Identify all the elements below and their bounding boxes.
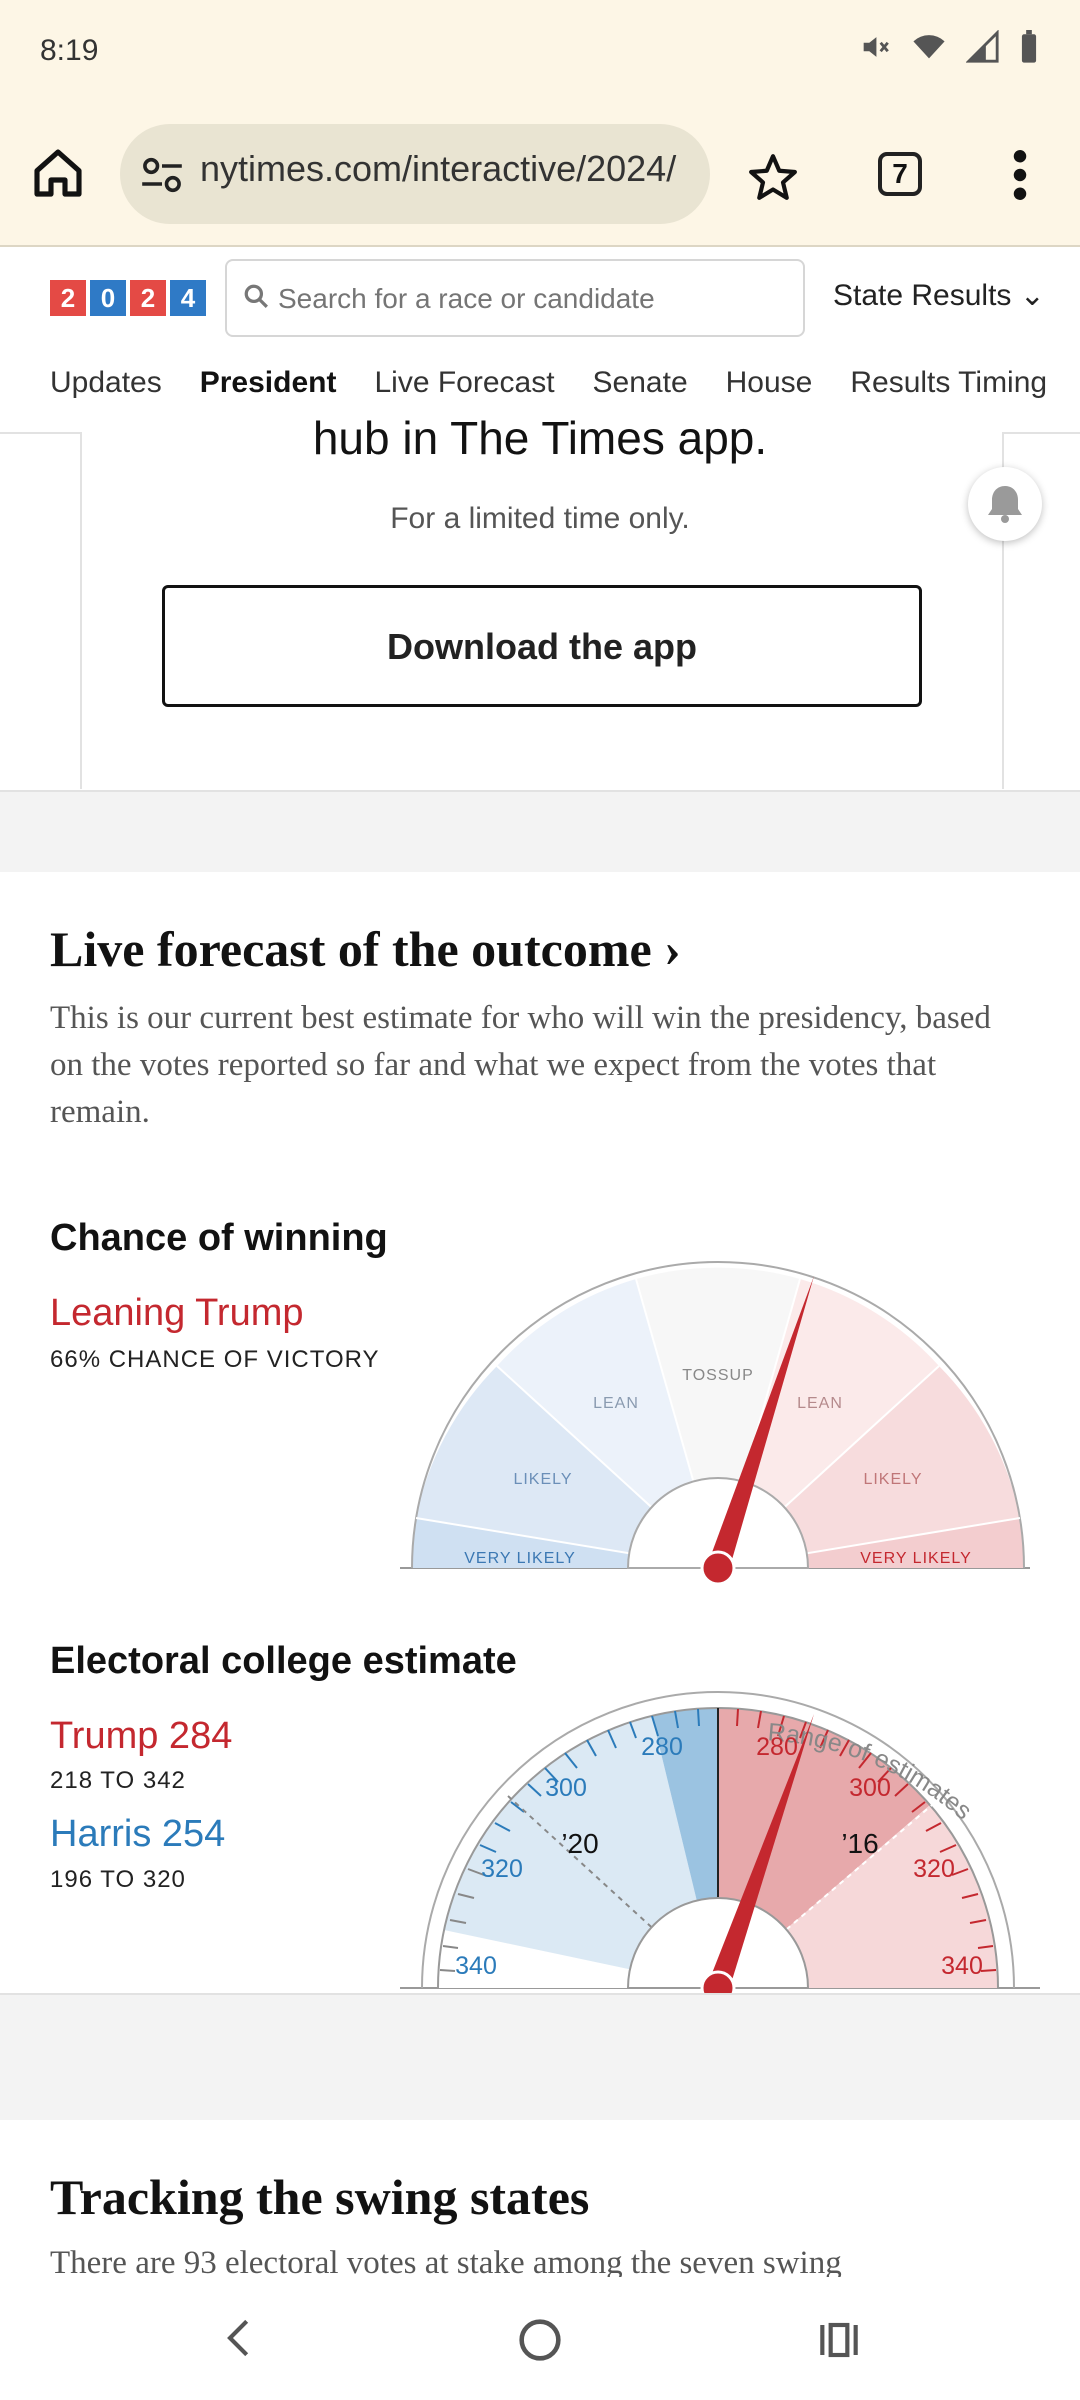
label-likely-left: LIKELY bbox=[513, 1471, 572, 1488]
home-icon[interactable] bbox=[30, 145, 86, 201]
label-tossup: TOSSUP bbox=[682, 1367, 754, 1384]
status-time: 8:19 bbox=[40, 34, 99, 67]
trump-range: 218 TO 342 bbox=[50, 1767, 186, 1794]
logo-digit: 0 bbox=[90, 280, 126, 316]
tab-president[interactable]: President bbox=[200, 366, 337, 400]
swing-description: There are 93 electoral votes at stake am… bbox=[50, 2245, 842, 2277]
harris-range: 196 TO 320 bbox=[50, 1866, 186, 1893]
forecast-title[interactable]: Live forecast of the outcome › bbox=[50, 920, 681, 978]
tab-results-timing[interactable]: Results Timing bbox=[850, 366, 1047, 400]
tick-right-300: 300 bbox=[849, 1774, 891, 1802]
tab-senate[interactable]: Senate bbox=[593, 366, 688, 400]
logo-digit: 2 bbox=[50, 280, 86, 316]
tab-house[interactable]: House bbox=[726, 366, 813, 400]
tick-left-280: 280 bbox=[641, 1733, 683, 1761]
signal-icon bbox=[966, 30, 999, 63]
download-app-button[interactable]: Download the app bbox=[162, 585, 922, 707]
forecast-description: This is our current best estimate for wh… bbox=[50, 1000, 991, 1130]
battery-icon bbox=[1021, 30, 1037, 63]
label-lean-right: LEAN bbox=[797, 1395, 843, 1412]
section-divider bbox=[0, 1993, 1080, 2120]
state-results-dropdown[interactable]: State Results ⌄ bbox=[833, 278, 1045, 313]
harris-estimate: Harris 254 bbox=[50, 1813, 226, 1855]
url-text[interactable]: nytimes.com/interactive/2024/ bbox=[200, 148, 695, 190]
tab-updates[interactable]: Updates bbox=[50, 366, 162, 400]
status-icons bbox=[858, 30, 1040, 64]
tick-left-300: 300 bbox=[545, 1774, 587, 1802]
tune-icon[interactable] bbox=[140, 157, 184, 193]
electoral-gauge: Range of estimates 280 300 320 340 280 3… bbox=[400, 1691, 1040, 2006]
recents-icon[interactable] bbox=[818, 2320, 860, 2360]
promo-subheading: For a limited time only. bbox=[390, 502, 690, 535]
more-vert-icon[interactable] bbox=[1010, 150, 1030, 200]
promo-heading: hub in The Times app. bbox=[312, 412, 768, 464]
search-icon bbox=[244, 284, 268, 308]
trump-estimate: Trump 284 bbox=[50, 1715, 233, 1757]
chance-gauge: VERY LIKELY LIKELY LEAN TOSSUP LEAN LIKE… bbox=[400, 1261, 1030, 1586]
back-icon[interactable] bbox=[220, 2318, 260, 2358]
tick-left-340: 340 bbox=[455, 1952, 497, 1980]
label-likely-right: LIKELY bbox=[863, 1471, 922, 1488]
election-logo[interactable]: 2 0 2 4 bbox=[50, 280, 206, 316]
mute-icon bbox=[863, 37, 889, 57]
tabs-icon[interactable]: 7 bbox=[878, 152, 922, 196]
label-very-likely-right: VERY LIKELY bbox=[860, 1550, 972, 1567]
tick-left-320: 320 bbox=[481, 1855, 523, 1883]
logo-digit: 2 bbox=[130, 280, 166, 316]
marker-2016: ’16 bbox=[841, 1828, 878, 1859]
marker-2020: ’20 bbox=[561, 1828, 598, 1859]
tab-live-forecast[interactable]: Live Forecast bbox=[374, 366, 554, 400]
section-divider bbox=[0, 790, 1080, 872]
tick-right-280: 280 bbox=[756, 1733, 798, 1761]
tick-right-320: 320 bbox=[913, 1855, 955, 1883]
chance-subtitle: 66% CHANCE OF VICTORY bbox=[50, 1346, 380, 1373]
chance-lean-label: Leaning Trump bbox=[50, 1292, 304, 1334]
wifi-icon bbox=[913, 35, 945, 59]
bell-icon bbox=[988, 486, 1022, 523]
chance-title: Chance of winning bbox=[50, 1217, 388, 1259]
star-icon[interactable] bbox=[748, 152, 798, 202]
label-very-likely-left: VERY LIKELY bbox=[464, 1550, 576, 1567]
home-circle-icon[interactable] bbox=[518, 2318, 562, 2362]
tick-right-340: 340 bbox=[941, 1952, 983, 1980]
search-input[interactable] bbox=[276, 270, 795, 328]
nav-tabs: Updates President Live Forecast Senate H… bbox=[50, 366, 1047, 400]
swing-title[interactable]: Tracking the swing states bbox=[50, 2168, 589, 2226]
label-lean-left: LEAN bbox=[593, 1395, 639, 1412]
notification-button[interactable] bbox=[968, 467, 1042, 541]
logo-digit: 4 bbox=[170, 280, 206, 316]
